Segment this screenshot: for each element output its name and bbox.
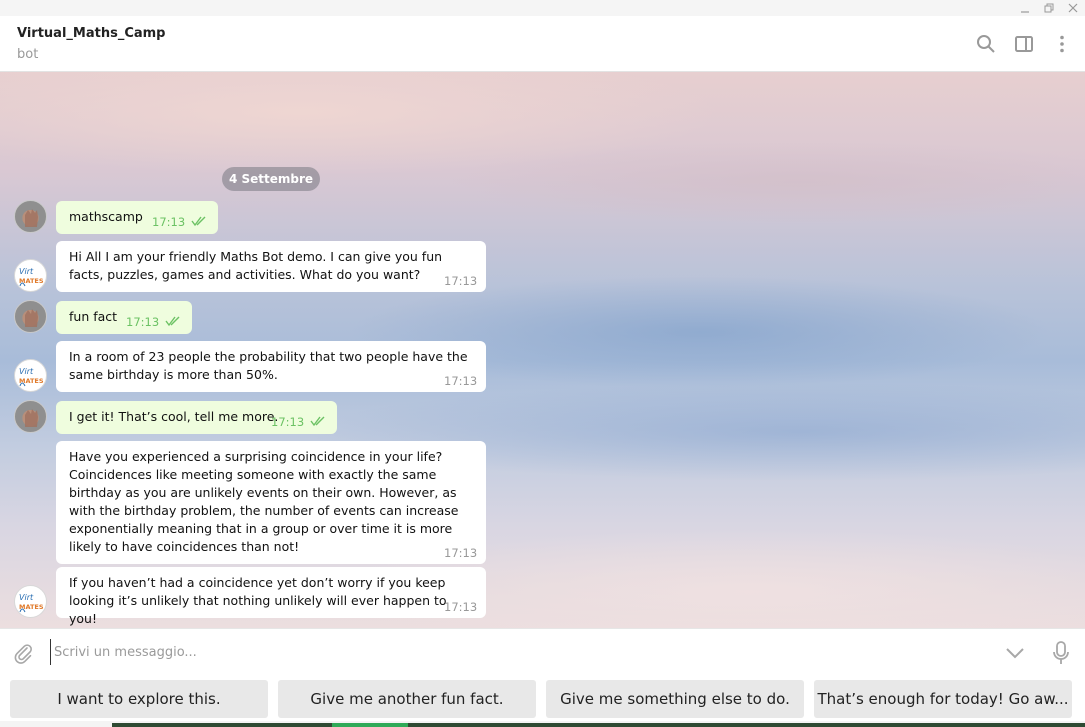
bot-avatar[interactable]: Virt MATES: [14, 585, 47, 618]
message-time: 17:13: [444, 546, 478, 560]
keyboard-button-explore[interactable]: I want to explore this.: [10, 680, 268, 718]
bot-avatar[interactable]: Virt MATES: [14, 259, 47, 292]
message-time: 17:13: [152, 215, 186, 229]
svg-text:MATES: MATES: [19, 277, 44, 285]
message-bubble-outgoing[interactable]: I get it! That’s cool, tell me more. 17:…: [56, 401, 337, 434]
user-avatar[interactable]: [14, 300, 47, 333]
message-text: mathscamp: [69, 209, 143, 224]
keyboard-toggle-icon[interactable]: [1002, 641, 1028, 665]
message-bubble-incoming[interactable]: Have you experienced a surprising coinci…: [56, 441, 486, 564]
read-checks-icon: [165, 316, 180, 327]
message-bubble-outgoing[interactable]: mathscamp 17:13: [56, 201, 218, 234]
sidebar-toggle-icon[interactable]: [1012, 32, 1036, 56]
svg-text:Virt: Virt: [19, 593, 34, 602]
message-text: Hi All I am your friendly Maths Bot demo…: [69, 249, 443, 282]
message-time: 17:13: [444, 600, 478, 614]
read-checks-icon: [310, 416, 325, 427]
message-text: fun fact: [69, 309, 118, 324]
svg-text:MATES: MATES: [19, 603, 44, 611]
close-icon[interactable]: [1062, 0, 1084, 16]
more-options-icon[interactable]: [1050, 32, 1074, 56]
svg-text:Virt: Virt: [19, 367, 34, 376]
svg-text:MATES: MATES: [19, 377, 44, 385]
window-controls: [0, 0, 1085, 16]
read-checks-icon: [191, 216, 206, 227]
message-time: 17:13: [126, 315, 160, 329]
reply-keyboard: I want to explore this. Give me another …: [0, 674, 1085, 727]
user-avatar[interactable]: [14, 200, 47, 233]
message-text: In a room of 23 people the probability t…: [69, 349, 468, 382]
minimize-icon[interactable]: [1014, 0, 1036, 16]
microphone-icon[interactable]: [1050, 639, 1072, 667]
message-bubble-incoming[interactable]: Hi All I am your friendly Maths Bot demo…: [56, 241, 486, 292]
taskbar-strip: [0, 721, 1085, 727]
restore-icon[interactable]: [1038, 0, 1060, 16]
svg-text:Virt: Virt: [19, 267, 34, 276]
message-bubble-outgoing[interactable]: fun fact 17:13: [56, 301, 192, 334]
message-text: I get it! That’s cool, tell me more.: [69, 409, 279, 424]
message-time: 17:13: [271, 415, 305, 429]
message-text: Have you experienced a surprising coinci…: [69, 449, 459, 554]
message-bubble-incoming[interactable]: If you haven’t had a coincidence yet don…: [56, 567, 486, 626]
chat-history[interactable]: 4 Settembre mathscamp 17:13 Virt MATES Hi…: [0, 72, 1085, 628]
chat-subtitle: bot: [17, 47, 39, 62]
chat-header: Virtual_Maths_Camp bot: [0, 16, 1085, 72]
message-text: If you haven’t had a coincidence yet don…: [69, 575, 447, 626]
attach-icon[interactable]: [10, 640, 36, 666]
message-composer: [0, 628, 1085, 674]
message-input[interactable]: [50, 639, 950, 665]
user-avatar[interactable]: [14, 400, 47, 433]
search-icon[interactable]: [974, 32, 998, 56]
keyboard-button-enough[interactable]: That’s enough for today! Go aw...: [814, 680, 1072, 718]
date-separator: 4 Settembre: [222, 167, 320, 191]
message-time: 17:13: [444, 374, 478, 388]
message-time: 17:13: [444, 274, 478, 288]
message-bubble-incoming[interactable]: In a room of 23 people the probability t…: [56, 341, 486, 392]
keyboard-button-something-else[interactable]: Give me something else to do.: [546, 680, 804, 718]
keyboard-button-another-fact[interactable]: Give me another fun fact.: [278, 680, 536, 718]
bot-avatar[interactable]: Virt MATES: [14, 359, 47, 392]
chat-title[interactable]: Virtual_Maths_Camp: [17, 26, 165, 41]
